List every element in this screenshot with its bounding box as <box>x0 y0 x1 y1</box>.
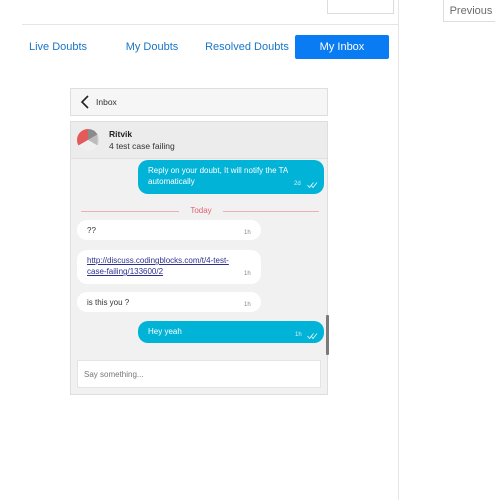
message-time: 1h <box>295 332 302 338</box>
tab-resolved-doubts[interactable]: Resolved Doubts <box>205 35 289 59</box>
message-text: is this you ? <box>87 298 130 307</box>
message-text: ?? <box>87 226 96 235</box>
message-time: 1h <box>244 230 251 236</box>
top-box <box>327 0 394 14</box>
chevron-left-icon[interactable] <box>75 92 95 112</box>
message-text-line: Reply on your doubt, It will notify the … <box>148 166 289 175</box>
divider-line <box>223 211 319 212</box>
divider-line <box>81 211 179 212</box>
message-link[interactable]: http://discuss.codingblocks.com/t/4-test… <box>87 256 229 265</box>
message-text: Hey yeah <box>148 327 182 336</box>
conversation-panel: Ritvik 4 test case failing Reply on your… <box>70 121 329 395</box>
message-time: 1h <box>244 302 251 308</box>
doubt-title: 4 test case failing <box>109 141 175 151</box>
user-name: Ritvik <box>109 129 133 139</box>
date-divider-label: Today <box>190 206 212 215</box>
double-check-icon <box>307 331 318 340</box>
avatar <box>77 129 99 151</box>
message-time: 1h <box>244 271 251 277</box>
message-link-line: http://discuss.codingblocks.com/t/4-test… <box>87 255 229 266</box>
tab-live-doubts[interactable]: Live Doubts <box>22 35 94 59</box>
previous-button[interactable]: Previous <box>443 0 495 22</box>
inbox-title: Inbox <box>96 97 117 107</box>
date-divider: Today <box>81 206 319 216</box>
message-outgoing: Hey yeah 1h <box>138 321 324 343</box>
vertical-divider <box>398 0 399 500</box>
message-incoming: http://discuss.codingblocks.com/t/4-test… <box>77 250 261 284</box>
tab-my-inbox[interactable]: My Inbox <box>295 35 389 59</box>
tab-my-doubts[interactable]: My Doubts <box>118 35 186 59</box>
message-incoming: ?? 1h <box>77 220 261 240</box>
scrollbar[interactable] <box>326 315 329 355</box>
horizontal-divider <box>22 24 398 25</box>
conversation-header: Ritvik 4 test case failing <box>71 122 327 159</box>
double-check-icon <box>307 180 318 189</box>
message-link-line: case-failing/133600/2 <box>87 266 163 277</box>
chat-widget: Inbox Ritvik 4 test case failing Reply o… <box>70 88 329 395</box>
message-time: 2d <box>294 181 301 187</box>
message-outgoing: Reply on your doubt, It will notify the … <box>138 160 324 194</box>
message-text-line: automatically <box>148 177 195 186</box>
message-link[interactable]: case-failing/133600/2 <box>87 267 163 276</box>
message-incoming: is this you ? 1h <box>77 292 261 312</box>
message-input[interactable] <box>77 360 321 388</box>
inbox-header: Inbox <box>70 88 328 116</box>
